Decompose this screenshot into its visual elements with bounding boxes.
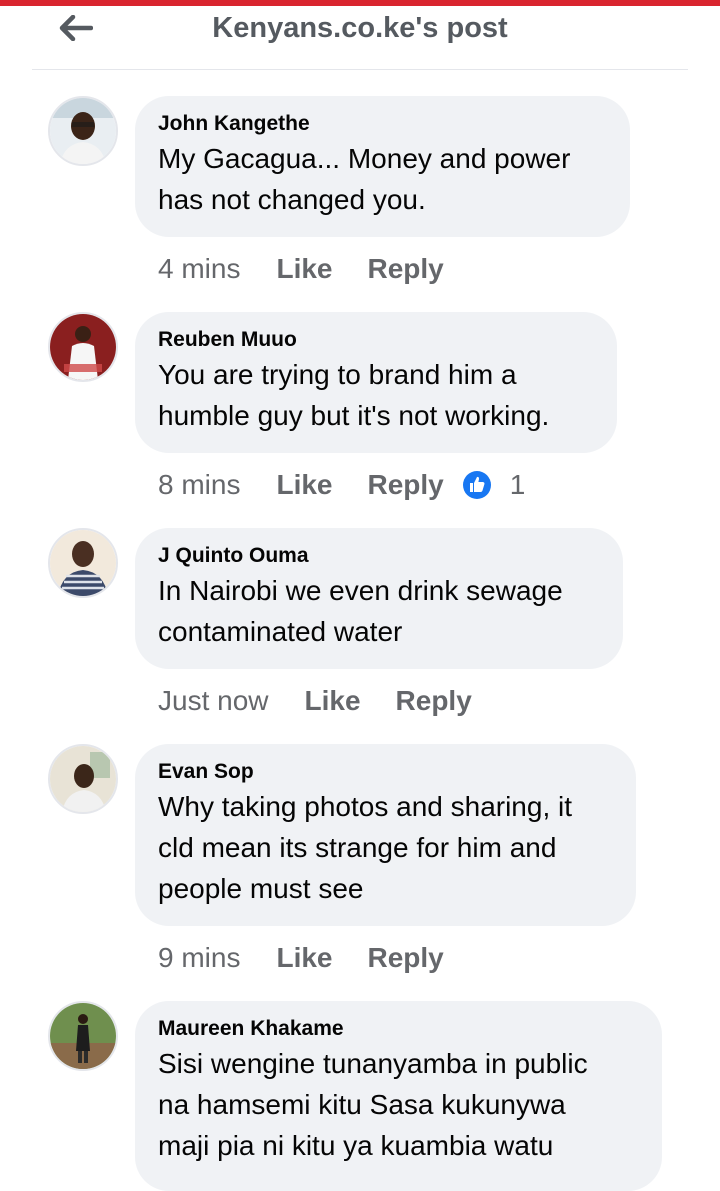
- comment-bubble: John Kangethe My Gacagua... Money and po…: [135, 96, 630, 237]
- comment-time[interactable]: Just now: [158, 685, 269, 717]
- like-button[interactable]: Like: [276, 942, 332, 974]
- comment-author[interactable]: J Quinto Ouma: [158, 542, 599, 570]
- comment-actions: 9 mins Like Reply: [158, 938, 444, 978]
- comment-bubble: Evan Sop Why taking photos and sharing, …: [135, 744, 636, 926]
- like-button[interactable]: Like: [276, 253, 332, 285]
- comment-actions: 8 mins Like Reply 1: [158, 465, 525, 505]
- comment-text: My Gacagua... Money and power has not ch…: [158, 143, 571, 215]
- comment-text: Sisi wengine tunanyamba in public na ham…: [158, 1048, 588, 1161]
- reply-button[interactable]: Reply: [368, 253, 444, 285]
- reply-button[interactable]: Reply: [368, 469, 444, 501]
- avatar[interactable]: [48, 96, 118, 166]
- comment-text: You are trying to brand him a humble guy…: [158, 359, 550, 431]
- comment-author[interactable]: Maureen Khakame: [158, 1015, 638, 1043]
- comment-actions: Just now Like Reply: [158, 681, 472, 721]
- comment-bubble: Maureen Khakame Sisi wengine tunanyamba …: [135, 1001, 662, 1191]
- post-header: Kenyans.co.ke's post: [0, 6, 720, 70]
- comment-time[interactable]: 8 mins: [158, 469, 240, 501]
- avatar-person-outdoors-icon: [50, 1003, 116, 1069]
- comment-time[interactable]: 4 mins: [158, 253, 240, 285]
- avatar[interactable]: [48, 312, 118, 382]
- comment-author[interactable]: Evan Sop: [158, 758, 612, 786]
- like-button[interactable]: Like: [276, 469, 332, 501]
- avatar[interactable]: [48, 528, 118, 598]
- comment-author[interactable]: John Kangethe: [158, 110, 606, 138]
- reply-button[interactable]: Reply: [396, 685, 472, 717]
- comment-actions: 4 mins Like Reply: [158, 249, 444, 289]
- avatar-man-white-shirt-icon: [50, 98, 116, 164]
- reaction-summary[interactable]: 1: [462, 469, 526, 501]
- comment-text: Why taking photos and sharing, it cld me…: [158, 791, 573, 904]
- page-title: Kenyans.co.ke's post: [212, 12, 508, 44]
- avatar-man-office-icon: [50, 746, 116, 812]
- comment-time[interactable]: 9 mins: [158, 942, 240, 974]
- avatar-man-striped-shirt-icon: [50, 530, 116, 596]
- avatar[interactable]: [48, 744, 118, 814]
- comment-author[interactable]: Reuben Muuo: [158, 326, 593, 354]
- comment-bubble: Reuben Muuo You are trying to brand him …: [135, 312, 617, 453]
- avatar-man-red-background-icon: [50, 314, 116, 380]
- reply-button[interactable]: Reply: [368, 942, 444, 974]
- like-button[interactable]: Like: [305, 685, 361, 717]
- comment-bubble: J Quinto Ouma In Nairobi we even drink s…: [135, 528, 623, 669]
- avatar[interactable]: [48, 1001, 118, 1071]
- thumbs-up-icon: [462, 471, 491, 499]
- comment-text: In Nairobi we even drink sewage contamin…: [158, 575, 563, 647]
- reaction-count: 1: [509, 469, 526, 500]
- header-divider: [32, 69, 688, 70]
